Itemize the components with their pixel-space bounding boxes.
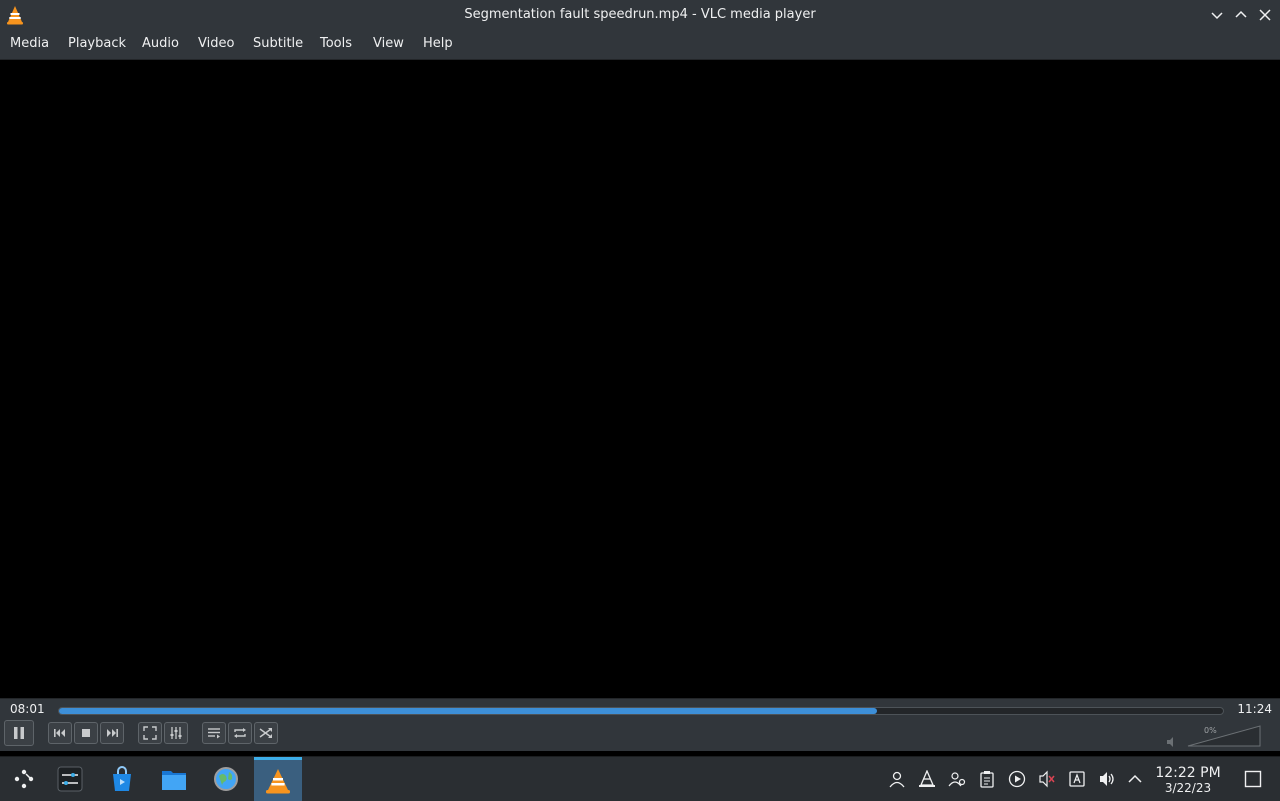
vlc-tray-icon[interactable] bbox=[918, 769, 936, 788]
show-desktop-button[interactable] bbox=[1244, 770, 1262, 788]
show-desktop-icon bbox=[1244, 770, 1262, 788]
user-icon[interactable] bbox=[888, 770, 906, 788]
skip-forward-icon bbox=[107, 729, 118, 737]
media-player-icon[interactable] bbox=[1008, 770, 1026, 788]
stop-icon bbox=[82, 729, 90, 737]
menu-subtitle[interactable]: Subtitle bbox=[253, 36, 303, 51]
input-method-icon[interactable] bbox=[1068, 770, 1086, 788]
taskbar-system-settings[interactable] bbox=[46, 757, 94, 801]
fullscreen-button[interactable] bbox=[138, 722, 162, 744]
menu-audio[interactable]: Audio bbox=[142, 36, 179, 51]
playback-controls: 08:01 11:24 0% bbox=[0, 698, 1280, 751]
seek-bar[interactable] bbox=[58, 707, 1224, 715]
shuffle-button[interactable] bbox=[254, 722, 278, 744]
expand-tray-icon[interactable] bbox=[1126, 770, 1144, 788]
loop-button[interactable] bbox=[228, 722, 252, 744]
volume-wedge bbox=[1187, 725, 1261, 747]
playlist-button[interactable] bbox=[202, 722, 226, 744]
taskbar-discover[interactable] bbox=[98, 757, 146, 801]
clock-time[interactable]: 12:22 PM bbox=[1148, 765, 1228, 781]
menu-media[interactable]: Media bbox=[10, 36, 49, 51]
application-launcher-icon bbox=[14, 769, 34, 789]
menu-bar: Media Playback Audio Video Subtitle Tool… bbox=[0, 30, 1280, 60]
application-launcher[interactable] bbox=[0, 757, 48, 801]
shuffle-icon bbox=[259, 728, 272, 738]
maximize-button[interactable] bbox=[1232, 6, 1250, 24]
close-button[interactable] bbox=[1256, 6, 1274, 24]
loop-icon bbox=[234, 728, 246, 738]
menu-view[interactable]: View bbox=[373, 36, 404, 51]
minimize-button[interactable] bbox=[1208, 6, 1226, 24]
skip-back-icon bbox=[54, 729, 65, 737]
volume-icon[interactable] bbox=[1098, 770, 1116, 788]
mute-button[interactable] bbox=[1165, 734, 1179, 748]
menu-help[interactable]: Help bbox=[423, 36, 453, 51]
taskbar-browser[interactable] bbox=[202, 757, 250, 801]
equalizer-icon bbox=[170, 727, 182, 739]
pause-icon bbox=[14, 727, 24, 739]
vlc-icon bbox=[266, 768, 290, 793]
menu-tools[interactable]: Tools bbox=[320, 36, 352, 51]
file-manager-icon bbox=[162, 771, 186, 790]
accounts-icon[interactable] bbox=[948, 770, 966, 788]
total-time[interactable]: 11:24 bbox=[1237, 702, 1272, 716]
seek-progress bbox=[59, 708, 878, 714]
menu-video[interactable]: Video bbox=[198, 36, 234, 51]
fullscreen-icon bbox=[143, 726, 157, 740]
pause-button[interactable] bbox=[4, 720, 34, 746]
taskbar-vlc[interactable] bbox=[254, 757, 302, 801]
volume-slider[interactable] bbox=[1186, 725, 1262, 747]
taskbar: 12:22 PM 3/22/23 bbox=[0, 756, 1280, 801]
system-settings-icon bbox=[57, 766, 83, 792]
previous-button[interactable] bbox=[48, 722, 72, 744]
clipboard-icon[interactable] bbox=[978, 770, 996, 788]
clock-date[interactable]: 3/22/23 bbox=[1148, 781, 1228, 795]
browser-icon bbox=[214, 767, 238, 791]
menu-playback[interactable]: Playback bbox=[68, 36, 126, 51]
elapsed-time[interactable]: 08:01 bbox=[10, 702, 45, 716]
stop-button[interactable] bbox=[74, 722, 98, 744]
volume-muted-icon bbox=[1167, 737, 1173, 747]
window-title: Segmentation fault speedrun.mp4 - VLC me… bbox=[464, 7, 816, 22]
volume-percent: 0% bbox=[1204, 726, 1217, 735]
title-bar[interactable]: Segmentation fault speedrun.mp4 - VLC me… bbox=[0, 0, 1280, 30]
playlist-icon bbox=[208, 728, 220, 739]
next-button[interactable] bbox=[100, 722, 124, 744]
extended-settings-button[interactable] bbox=[164, 722, 188, 744]
taskbar-file-manager[interactable] bbox=[150, 757, 198, 801]
audio-muted-icon[interactable] bbox=[1038, 770, 1056, 788]
discover-icon bbox=[113, 766, 131, 791]
video-area[interactable] bbox=[0, 60, 1280, 698]
